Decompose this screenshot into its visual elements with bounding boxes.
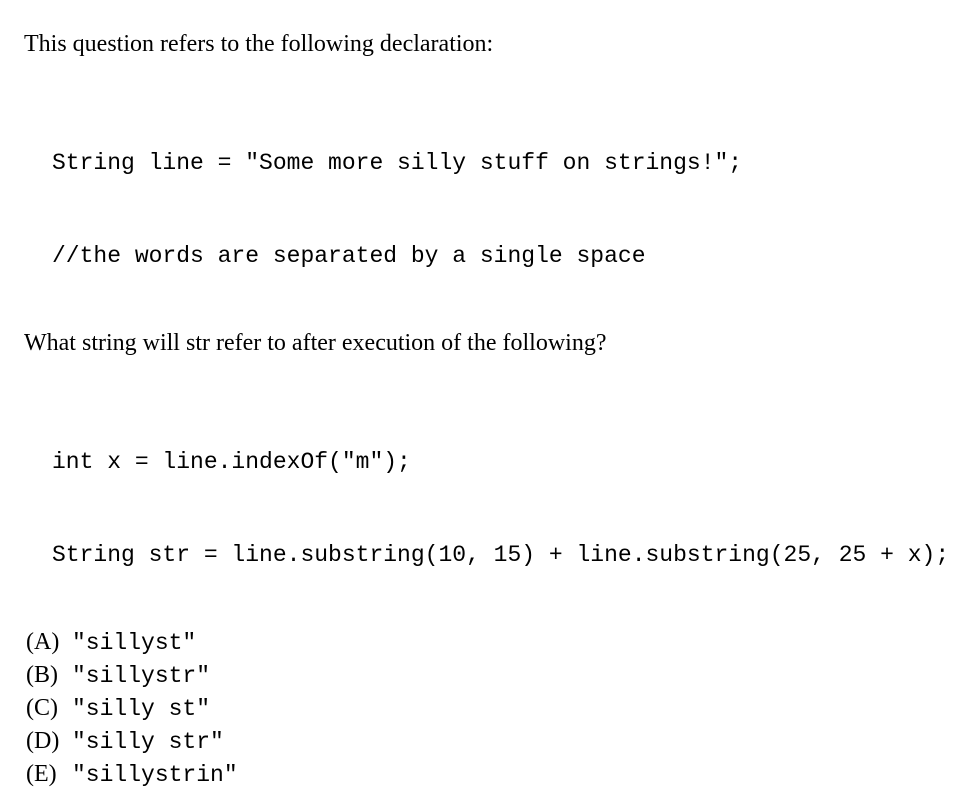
option-a: (A) "sillyst" <box>26 626 952 659</box>
code-block-execution: int x = line.indexOf("m"); String str = … <box>52 385 952 602</box>
option-value: "silly str" <box>72 727 224 758</box>
option-label: (D) <box>26 725 72 757</box>
code-line: int x = line.indexOf("m"); <box>52 447 952 478</box>
question-text: What string will str refer to after exec… <box>24 327 952 361</box>
code-line: String line = "Some more silly stuff on … <box>52 148 952 179</box>
option-label: (E) <box>26 758 72 790</box>
option-value: "sillystrin" <box>72 760 238 791</box>
intro-text: This question refers to the following de… <box>24 28 952 62</box>
option-value: "sillystr" <box>72 661 210 692</box>
option-value: "silly st" <box>72 694 210 725</box>
option-value: "sillyst" <box>72 628 196 659</box>
code-block-declaration: String line = "Some more silly stuff on … <box>52 86 952 303</box>
option-c: (C) "silly st" <box>26 692 952 725</box>
answer-options: (A) "sillyst" (B) "sillystr" (C) "silly … <box>26 626 952 791</box>
code-line: String str = line.substring(10, 15) + li… <box>52 540 952 571</box>
option-label: (C) <box>26 692 72 724</box>
option-b: (B) "sillystr" <box>26 659 952 692</box>
option-label: (B) <box>26 659 72 691</box>
option-d: (D) "silly str" <box>26 725 952 758</box>
option-label: (A) <box>26 626 72 658</box>
code-line: //the words are separated by a single sp… <box>52 241 952 272</box>
option-e: (E) "sillystrin" <box>26 758 952 791</box>
